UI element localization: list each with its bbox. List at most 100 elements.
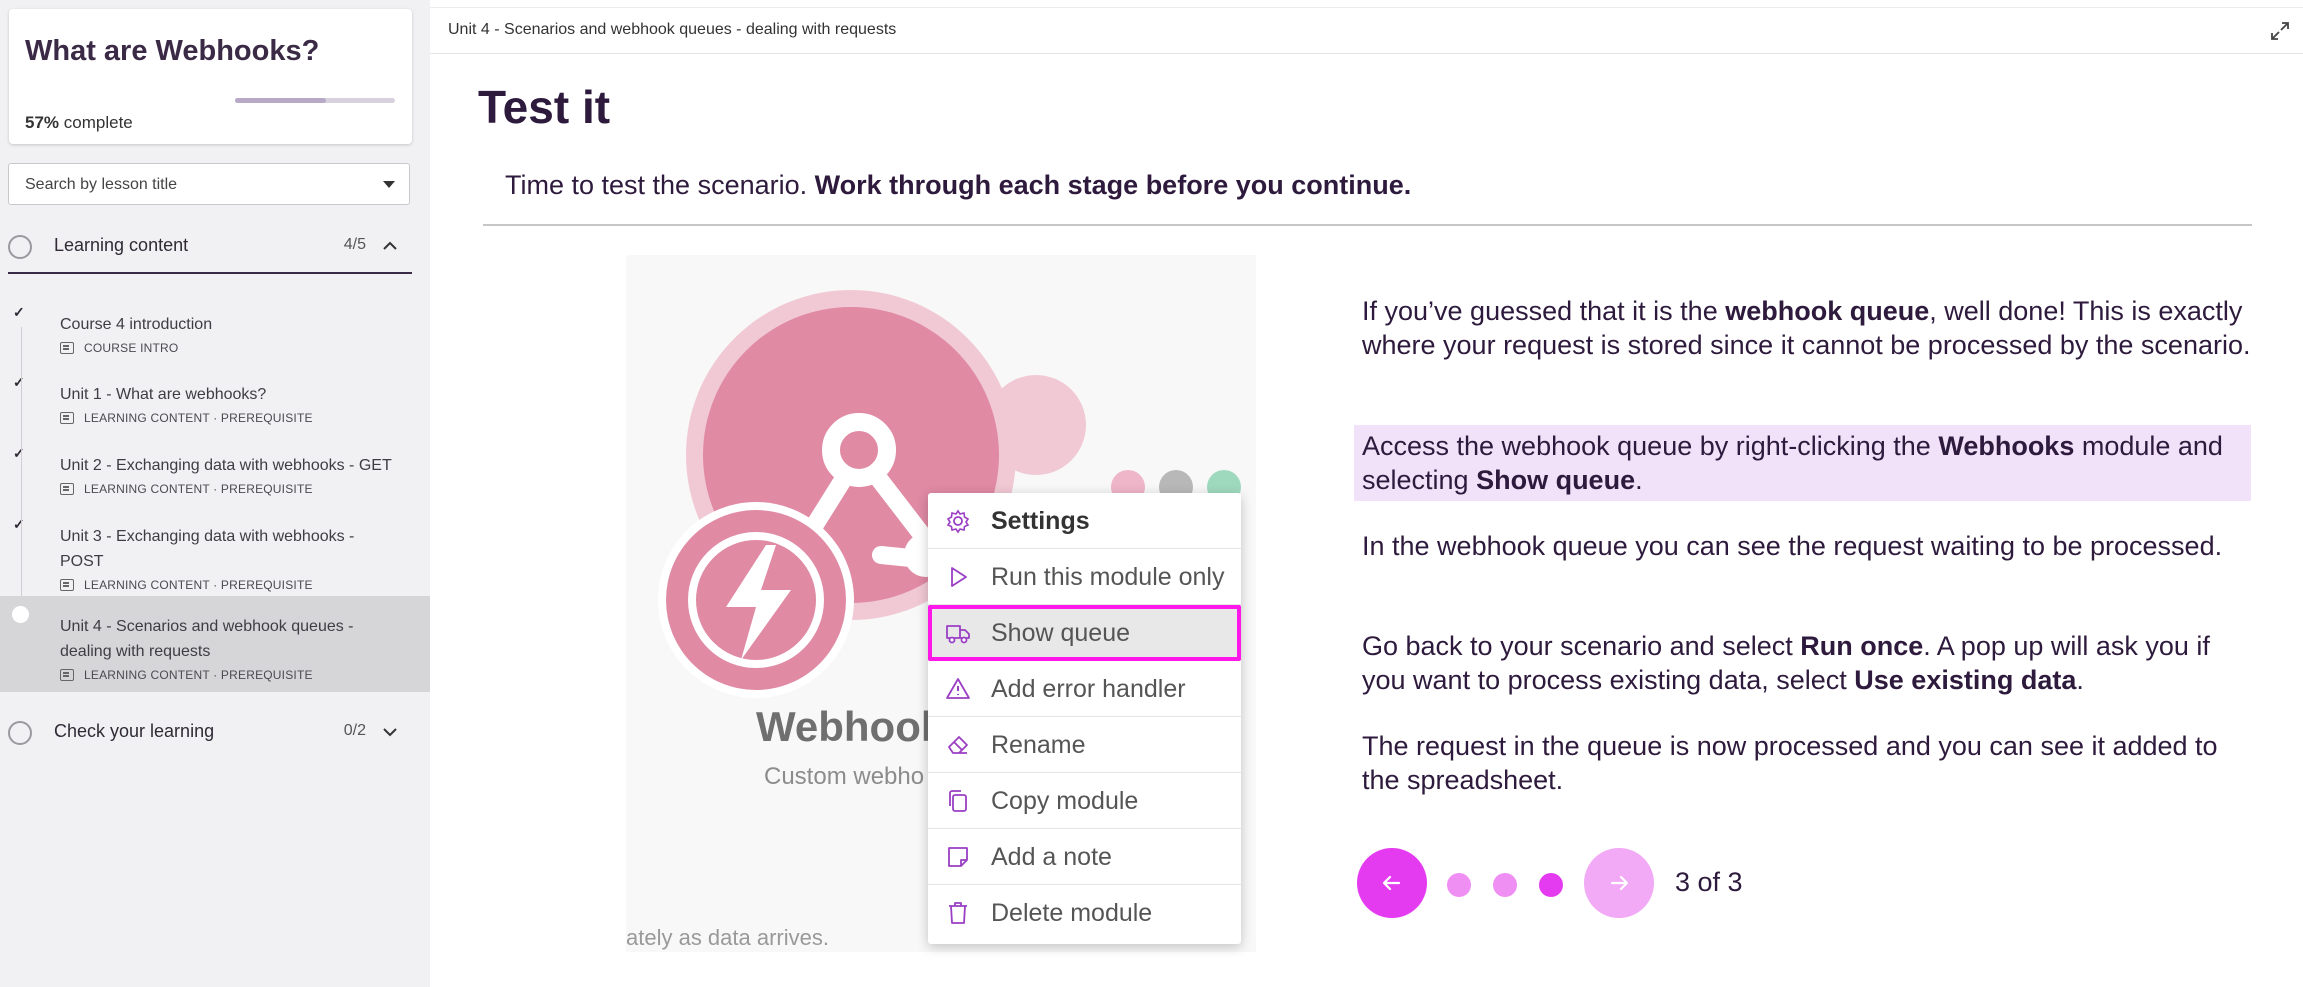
menu-item-run-module[interactable]: Run this module only xyxy=(928,549,1241,605)
highlighted-paragraph: Access the webhook queue by right-clicki… xyxy=(1354,425,2251,501)
paragraph: Go back to your scenario and select Run … xyxy=(1362,629,2258,697)
menu-label: Settings xyxy=(991,507,1090,535)
warning-icon xyxy=(946,678,970,699)
previous-button[interactable] xyxy=(1357,848,1427,918)
course-title: What are Webhooks? xyxy=(25,35,320,67)
text-run-bold: Webhooks xyxy=(1938,431,2075,461)
lesson-intro: Time to test the scenario. Work through … xyxy=(505,170,1411,201)
menu-item-rename[interactable]: Rename xyxy=(928,717,1241,773)
slides-icon xyxy=(60,412,74,424)
menu-item-copy-module[interactable]: Copy module xyxy=(928,773,1241,829)
slides-icon xyxy=(60,579,74,591)
lesson-meta-text: LEARNING CONTENT · PREREQUISITE xyxy=(84,668,313,682)
lesson-connector xyxy=(21,427,22,497)
section-learning-content[interactable]: Learning content 4/5 xyxy=(8,222,412,274)
text-run: Access the webhook queue by right-clicki… xyxy=(1362,431,1939,461)
lesson-meta-text: LEARNING CONTENT · PREREQUISITE xyxy=(84,578,313,592)
play-icon xyxy=(951,567,967,587)
paragraph: The request in the queue is now processe… xyxy=(1362,731,2218,795)
menu-item-settings[interactable]: Settings xyxy=(928,493,1241,549)
paragraph: If you’ve guessed that it is the webhook… xyxy=(1362,294,2258,362)
sidebar: What are Webhooks? 57% complete Learning… xyxy=(0,0,430,987)
lesson-title: Unit 3 - Exchanging data with webhooks -… xyxy=(60,528,355,570)
copy-icon xyxy=(949,790,967,812)
slides-icon xyxy=(60,483,74,495)
lesson-title: Unit 4 - Scenarios and webhook queues - … xyxy=(60,618,354,660)
eraser-icon xyxy=(948,736,968,754)
lesson-heading: Test it xyxy=(478,81,611,133)
progress-fill xyxy=(235,98,327,103)
progress-percent: 57% xyxy=(25,113,60,132)
progress-ring-icon xyxy=(8,721,32,745)
note-icon xyxy=(948,847,968,867)
menu-item-add-note[interactable]: Add a note xyxy=(928,829,1241,885)
divider xyxy=(483,224,2252,226)
lesson-title: Unit 1 - What are webhooks? xyxy=(60,386,267,403)
lesson-meta: LEARNING CONTENT · PREREQUISITE xyxy=(60,411,313,425)
step-dot[interactable] xyxy=(1493,873,1517,897)
lesson-meta-text: LEARNING CONTENT · PREREQUISITE xyxy=(84,411,313,425)
next-button[interactable] xyxy=(1584,848,1654,918)
section-title: Check your learning xyxy=(54,721,215,741)
breadcrumb: Unit 4 - Scenarios and webhook queues - … xyxy=(448,21,897,38)
current-lesson-dot xyxy=(12,606,29,623)
lesson-search[interactable] xyxy=(8,163,410,205)
lesson-title: Course 4 introduction xyxy=(60,316,213,333)
lesson-connector xyxy=(21,497,22,597)
menu-item-delete-module[interactable]: Delete module xyxy=(928,885,1241,941)
paragraph: In the webhook queue you can see the req… xyxy=(1362,531,2223,561)
text-run: . xyxy=(2076,665,2084,695)
dropdown-caret-icon[interactable] xyxy=(383,181,395,188)
text-run-bold: webhook queue xyxy=(1725,296,1930,326)
trash-icon xyxy=(949,902,967,924)
menu-label: Run this module only xyxy=(991,563,1225,591)
lesson-connector xyxy=(21,327,22,357)
truck-icon xyxy=(946,625,970,644)
search-input[interactable] xyxy=(23,173,367,197)
step-dot-current[interactable] xyxy=(1539,873,1563,897)
section-check-your-learning[interactable]: Check your learning 0/2 xyxy=(8,708,412,758)
menu-item-add-error-handler[interactable]: Add error handler xyxy=(928,661,1241,717)
menu-label: Rename xyxy=(991,731,1086,759)
chevron-up-icon[interactable] xyxy=(380,236,400,256)
course-card: What are Webhooks? 57% complete xyxy=(9,9,412,144)
lesson-meta: COURSE INTRO xyxy=(60,341,178,355)
arrow-left-icon xyxy=(1382,875,1401,891)
text-run-bold: Use existing data xyxy=(1854,665,2077,695)
progress-ring-icon xyxy=(8,235,32,259)
lesson-header: Unit 4 - Scenarios and webhook queues - … xyxy=(430,7,2303,54)
chevron-down-icon[interactable] xyxy=(380,722,400,742)
text-run: If you’ve guessed that it is the xyxy=(1362,296,1726,326)
menu-item-show-queue[interactable]: Show queue xyxy=(928,605,1241,661)
intro-text: Time to test the scenario. xyxy=(505,170,815,200)
lesson-meta: LEARNING CONTENT · PREREQUISITE xyxy=(60,482,313,496)
lesson-connector xyxy=(21,357,22,427)
text-run: Go back to your scenario and select xyxy=(1362,631,1801,661)
section-title: Learning content xyxy=(54,235,189,255)
menu-label: Show queue xyxy=(991,619,1131,647)
lesson-item[interactable]: ✓ Course 4 introduction COURSE INTRO xyxy=(0,297,430,357)
section-count: 0/2 xyxy=(343,722,366,739)
lesson-item[interactable]: ✓ Unit 1 - What are webhooks? LEARNING C… xyxy=(0,357,430,427)
menu-label: Delete module xyxy=(991,899,1153,927)
intro-bold: Work through each stage before you conti… xyxy=(814,170,1412,200)
text-run: . xyxy=(1635,465,1643,495)
menu-label: Copy module xyxy=(991,787,1139,815)
pager-status: 3 of 3 xyxy=(1675,867,1743,897)
module-subtitle: Custom webho xyxy=(764,763,925,790)
lesson-item[interactable]: ✓ Unit 2 - Exchanging data with webhooks… xyxy=(0,427,430,497)
menu-label: Add error handler xyxy=(991,675,1186,703)
lesson-item[interactable]: ✓ Unit 3 - Exchanging data with webhooks… xyxy=(0,497,430,597)
document-icon xyxy=(60,342,74,354)
lesson-item-active[interactable]: Unit 4 - Scenarios and webhook queues - … xyxy=(0,596,430,692)
expand-icon[interactable] xyxy=(2269,20,2291,42)
progress-bar xyxy=(235,98,395,103)
step-dot[interactable] xyxy=(1447,873,1471,897)
lesson-meta: LEARNING CONTENT · PREREQUISITE xyxy=(60,578,313,592)
menu-label: Add a note xyxy=(991,843,1112,871)
slides-icon xyxy=(60,669,74,681)
lesson-meta-text: LEARNING CONTENT · PREREQUISITE xyxy=(84,482,313,496)
context-menu: Settings Run this module only Show queue… xyxy=(928,493,1241,944)
arrow-right-icon xyxy=(1610,875,1629,891)
progress-text: 57% complete xyxy=(25,113,133,133)
